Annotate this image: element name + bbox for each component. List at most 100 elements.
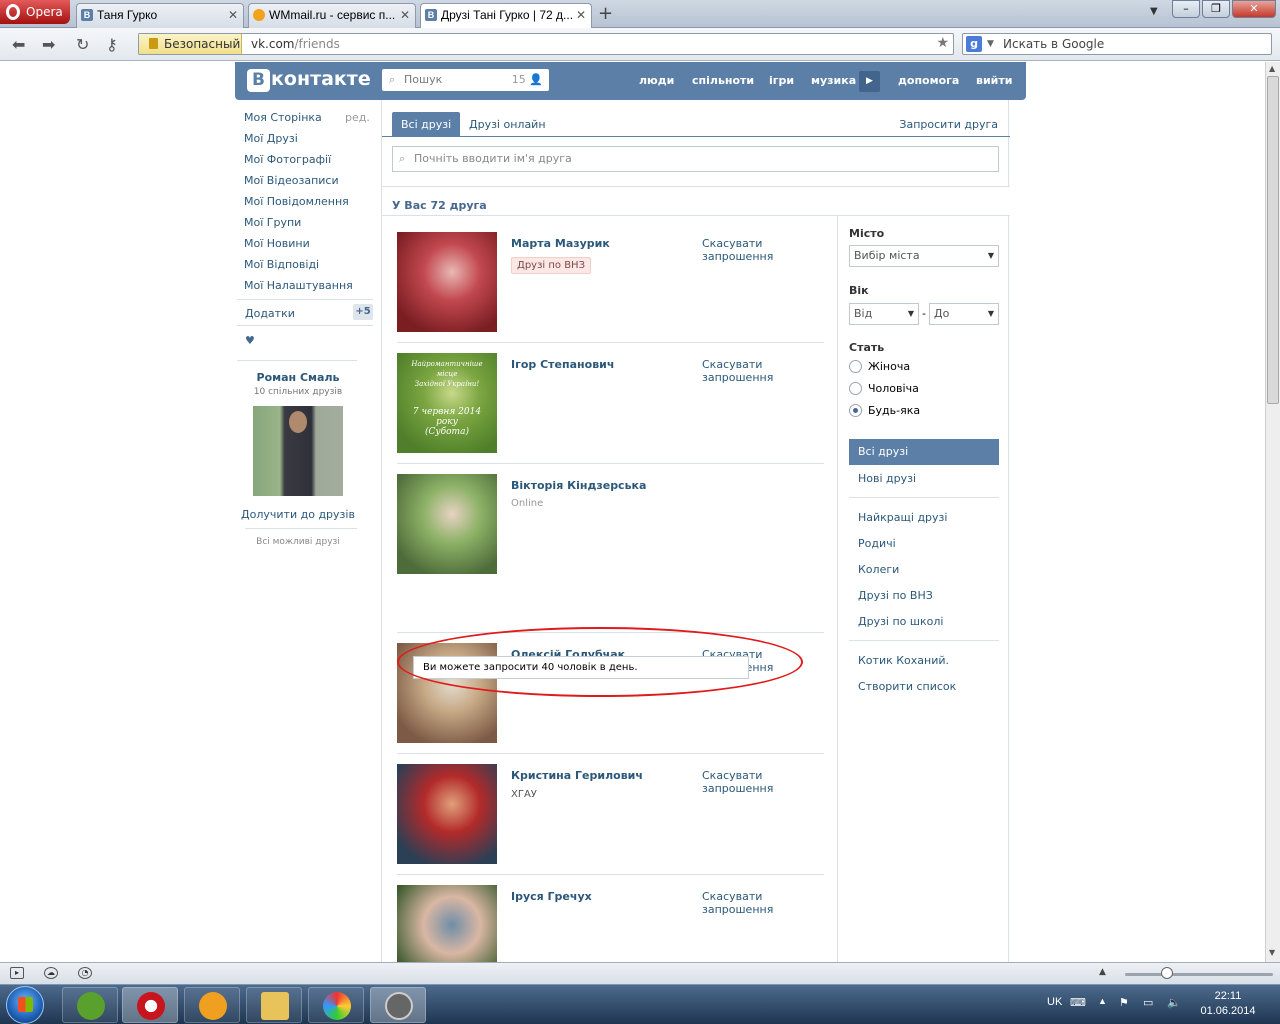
create-list-link[interactable]: Створити список bbox=[858, 680, 956, 693]
tab-menu-icon[interactable]: ▼ bbox=[1150, 6, 1158, 17]
action-center-flag-icon[interactable]: ⚑ bbox=[1119, 996, 1129, 1009]
security-badge[interactable]: Безопасный bbox=[139, 34, 242, 54]
apps-count-badge[interactable]: +5 bbox=[353, 304, 373, 320]
list-new-friends[interactable]: Нові друзі bbox=[858, 472, 916, 485]
web-search-box[interactable]: g ▼ Искать в Google bbox=[962, 33, 1272, 55]
list-all-friends[interactable]: Всі друзі bbox=[849, 439, 999, 465]
scrollbar-thumb[interactable] bbox=[1267, 76, 1279, 404]
cancel-invite-link[interactable]: Скасуватизапрошення bbox=[702, 890, 773, 916]
menu-my-answers[interactable]: Мої Відповіді bbox=[244, 258, 319, 271]
show-hidden-icons-icon[interactable]: ▲ bbox=[1098, 996, 1107, 1006]
forward-icon[interactable]: ➡ bbox=[42, 35, 55, 54]
city-select[interactable]: Вибір міста ▼ bbox=[849, 245, 999, 267]
menu-my-news[interactable]: Мої Новини bbox=[244, 237, 310, 250]
friend-search-input[interactable]: ⌕ Почніть вводити ім'я друга bbox=[392, 146, 999, 172]
browser-tab-2[interactable]: WMmail.ru - сервис п... ✕ bbox=[248, 3, 416, 28]
friend-photo[interactable] bbox=[397, 764, 497, 864]
nav-games[interactable]: ігри bbox=[769, 62, 794, 100]
menu-my-settings[interactable]: Мої Налаштування bbox=[244, 279, 353, 292]
list-relatives[interactable]: Родичі bbox=[858, 537, 896, 550]
friend-photo[interactable] bbox=[397, 885, 497, 962]
friend-name[interactable]: Марта Мазурик bbox=[511, 237, 610, 250]
bookmark-star-icon[interactable]: ★ bbox=[936, 35, 949, 51]
taskbar-explorer[interactable] bbox=[246, 987, 302, 1023]
play-icon[interactable]: ▶ bbox=[859, 71, 880, 92]
network-icon[interactable]: ▭ bbox=[1143, 996, 1153, 1009]
close-tab-icon[interactable]: ✕ bbox=[400, 4, 410, 26]
page-scrollbar[interactable]: ▲ ▼ bbox=[1265, 62, 1280, 962]
list-university-friends[interactable]: Друзі по ВНЗ bbox=[858, 589, 933, 602]
age-from-select[interactable]: Від ▼ bbox=[849, 303, 919, 325]
list-best-friends[interactable]: Найкращі друзі bbox=[858, 511, 947, 524]
zoom-slider-knob[interactable] bbox=[1161, 967, 1173, 979]
friend-photo[interactable] bbox=[397, 232, 497, 332]
speed-dial-icon[interactable]: ◔ bbox=[78, 967, 92, 979]
close-tab-icon[interactable]: ✕ bbox=[228, 4, 238, 26]
nav-communities[interactable]: спільноти bbox=[692, 62, 754, 100]
taskbar-opera[interactable] bbox=[122, 987, 178, 1023]
minimize-icon[interactable]: – bbox=[1172, 0, 1200, 18]
friend-name[interactable]: Вікторія Кіндзерська bbox=[511, 479, 646, 492]
tab-all-friends[interactable]: Всі друзі bbox=[392, 112, 461, 137]
scroll-up-icon[interactable]: ▲ bbox=[1269, 64, 1275, 73]
friend-photo[interactable] bbox=[397, 474, 497, 574]
panel-toggle-icon[interactable]: ▸ bbox=[10, 967, 24, 979]
suggested-friend-name[interactable]: Роман Смаль bbox=[237, 371, 359, 384]
sex-any-radio[interactable]: Будь-яка bbox=[849, 403, 999, 419]
start-button[interactable] bbox=[6, 986, 44, 1024]
back-icon[interactable]: ⬅ bbox=[12, 35, 25, 54]
reload-icon[interactable]: ↻ bbox=[76, 35, 89, 54]
nav-music[interactable]: музика bbox=[811, 62, 856, 100]
invite-friend-link[interactable]: Запросити друга bbox=[899, 112, 998, 137]
zoom-slider[interactable] bbox=[1125, 973, 1273, 976]
zoom-up-icon[interactable]: ▲ bbox=[1099, 967, 1106, 977]
list-colleagues[interactable]: Колеги bbox=[858, 563, 899, 576]
system-clock[interactable]: 22:11 01.06.2014 bbox=[1199, 989, 1257, 1019]
cancel-invite-link[interactable]: Скасуватизапрошення bbox=[702, 769, 773, 795]
taskbar-aimp[interactable] bbox=[184, 987, 240, 1023]
menu-my-photos[interactable]: Мої Фотографії bbox=[244, 153, 331, 166]
heart-icon[interactable]: ♥ bbox=[245, 334, 255, 347]
taskbar-utorrent[interactable] bbox=[62, 987, 118, 1023]
friend-name[interactable]: Ігор Степанович bbox=[511, 358, 614, 371]
mutual-friends-count[interactable]: 10 спільних друзів bbox=[237, 387, 359, 397]
friend-name[interactable]: Іруся Гречух bbox=[511, 890, 592, 903]
nav-people[interactable]: люди bbox=[639, 62, 674, 100]
cancel-invite-link[interactable]: Скасуватизапрошення bbox=[702, 237, 773, 263]
menu-my-groups[interactable]: Мої Групи bbox=[244, 216, 301, 229]
chevron-down-icon[interactable]: ▼ bbox=[987, 34, 994, 54]
vk-logo[interactable]: Вконтакте bbox=[247, 68, 371, 92]
menu-my-videos[interactable]: Мої Відеозаписи bbox=[244, 174, 339, 187]
add-friend-link[interactable]: Долучити до друзів bbox=[237, 508, 359, 521]
friend-list-badge[interactable]: Друзі по ВНЗ bbox=[511, 257, 591, 274]
friend-name[interactable]: Кристина Герилович bbox=[511, 769, 643, 782]
all-possible-friends-link[interactable]: Всі можливі друзі bbox=[237, 537, 359, 547]
sex-female-radio[interactable]: Жіноча bbox=[849, 359, 999, 375]
menu-my-messages[interactable]: Мої Повідомлення bbox=[244, 195, 349, 208]
key-icon[interactable]: ⚷ bbox=[106, 35, 118, 54]
scroll-down-icon[interactable]: ▼ bbox=[1269, 948, 1275, 957]
age-to-select[interactable]: До ▼ bbox=[929, 303, 999, 325]
close-window-icon[interactable]: ✕ bbox=[1232, 0, 1276, 18]
opera-menu-button[interactable]: Opera bbox=[0, 0, 70, 24]
close-tab-icon[interactable]: ✕ bbox=[576, 4, 586, 26]
volume-icon[interactable]: 🔈 bbox=[1167, 996, 1181, 1009]
nav-help[interactable]: допомога bbox=[898, 62, 959, 100]
keyboard-icon[interactable]: ⌨ bbox=[1070, 996, 1086, 1009]
list-custom[interactable]: Котик Коханий. bbox=[858, 654, 949, 667]
list-school-friends[interactable]: Друзі по школі bbox=[858, 615, 943, 628]
menu-my-page[interactable]: Моя Сторінка bbox=[244, 111, 322, 124]
maximize-icon[interactable]: ❐ bbox=[1202, 0, 1230, 18]
edit-link[interactable]: ред. bbox=[345, 111, 370, 124]
language-indicator[interactable]: UK bbox=[1047, 996, 1062, 1008]
tab-friends-online[interactable]: Друзі онлайн bbox=[460, 112, 555, 137]
vk-search-input[interactable]: ⌕ Пошук 15 👤 bbox=[382, 69, 549, 91]
taskbar-paint[interactable] bbox=[308, 987, 364, 1023]
menu-apps[interactable]: Додатки bbox=[245, 307, 295, 320]
suggested-friend-photo[interactable] bbox=[253, 406, 343, 496]
browser-tab-1[interactable]: B Таня Гурко ✕ bbox=[76, 3, 244, 28]
nav-logout[interactable]: вийти bbox=[976, 62, 1012, 100]
menu-my-friends[interactable]: Мої Друзі bbox=[244, 132, 298, 145]
taskbar-app[interactable] bbox=[370, 987, 426, 1023]
sex-male-radio[interactable]: Чоловіча bbox=[849, 381, 999, 397]
